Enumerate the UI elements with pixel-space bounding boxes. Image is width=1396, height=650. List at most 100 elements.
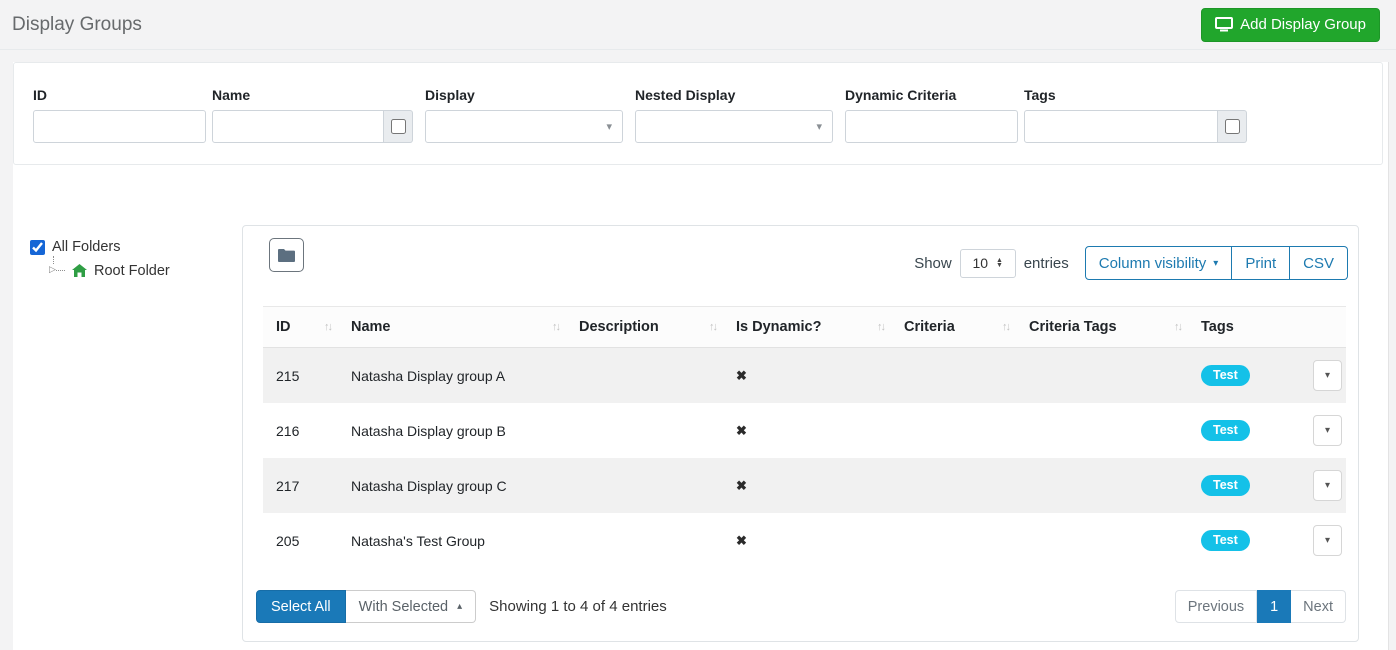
column-header-description[interactable]: Description ↑↓ (566, 306, 723, 348)
filter-display-select[interactable]: ▾ (425, 110, 623, 143)
page-length-select[interactable]: 10 ▲ ▼ (959, 248, 1016, 278)
filter-card: ID Name Display ▾ Nested Display ▾ Dynam… (13, 62, 1383, 165)
filter-dynamic-criteria-label: Dynamic Criteria (845, 87, 957, 103)
tag-badge: Test (1201, 475, 1250, 496)
cell-id: 215 (276, 367, 300, 384)
cell-id: 217 (276, 477, 300, 494)
show-label: Show (914, 254, 952, 272)
sort-icon: ↑↓ (1174, 321, 1183, 333)
table-row: 215 Natasha Display group A ✖ Test ▾ (263, 347, 1346, 404)
filter-name-exact-checkbox[interactable] (390, 119, 406, 134)
row-menu-button[interactable]: ▾ (1313, 470, 1342, 501)
column-header-criteria-tags[interactable]: Criteria Tags ↑↓ (1016, 306, 1188, 348)
root-folder-label: Root Folder (94, 263, 170, 279)
tag-badge: Test (1201, 365, 1250, 386)
filter-dynamic-criteria-input[interactable] (845, 110, 1018, 143)
table-container: ID ↑↓ Name ↑↓ Description ↑↓ Is Dynamic? ↑↓ … (243, 280, 1358, 568)
column-header-is-dynamic[interactable]: Is Dynamic? ↑↓ (723, 306, 891, 348)
chevron-down-icon: ▾ (1324, 370, 1331, 381)
cell-criteria (891, 513, 1016, 568)
filter-tags-exact-checkbox[interactable] (1224, 119, 1240, 134)
folder-toggle-button[interactable] (269, 238, 304, 272)
row-menu-button[interactable]: ▾ (1313, 525, 1342, 556)
display-groups-card: Show 10 ▲▼ entries Column visibility ▾ (242, 225, 1359, 642)
filter-id-label: ID (33, 87, 47, 103)
tree-node-root-folder[interactable]: ▷ Root Folder (49, 256, 242, 280)
home-icon (72, 264, 87, 278)
cell-name: Natasha Display group A (351, 367, 506, 384)
page-length-value: 10 (972, 255, 989, 271)
column-visibility-button[interactable]: Column visibility ▾ (1084, 246, 1233, 280)
cell-actions: ▾ (1305, 403, 1346, 458)
expand-arrow-icon: ▷ (49, 264, 56, 275)
filter-tags-input[interactable] (1024, 110, 1218, 143)
x-mark-icon: ✖ (736, 533, 747, 548)
display-monitor-icon (1215, 17, 1234, 32)
cell-description (566, 348, 723, 404)
all-folders-label: All Folders (52, 239, 121, 255)
filter-nested-display-label: Nested Display (635, 87, 736, 103)
cell-criteria-tags (1016, 458, 1188, 513)
cell-name: Natasha's Test Group (351, 532, 485, 549)
sort-icon: ↑↓ (709, 321, 718, 333)
csv-button[interactable]: CSV (1290, 246, 1348, 280)
print-button[interactable]: Print (1232, 246, 1291, 280)
sort-icon: ↑↓ (324, 321, 333, 333)
cell-is-dynamic: ✖ (723, 348, 891, 404)
page-wrapper: ID Name Display ▾ Nested Display ▾ Dynam… (13, 62, 1389, 650)
cell-description (566, 513, 723, 568)
cell-criteria (891, 348, 1016, 404)
cell-criteria-tags (1016, 348, 1188, 404)
cell-id: 216 (276, 422, 300, 439)
tree-expander[interactable]: ▷ (49, 256, 68, 280)
column-header-name[interactable]: Name ↑↓ (338, 306, 566, 348)
cell-tags: Test (1188, 403, 1305, 458)
column-header-actions (1305, 306, 1346, 348)
chevron-down-icon: ▾ (1213, 257, 1219, 269)
filter-nested-display-select[interactable]: ▾ (635, 110, 833, 143)
filter-name-input[interactable] (212, 110, 384, 143)
table-row: 217 Natasha Display group C ✖ Test ▾ (263, 458, 1346, 513)
entries-label: entries (1023, 254, 1069, 272)
with-selected-dropdown[interactable]: With Selected ▴ (345, 590, 477, 623)
column-header-criteria[interactable]: Criteria ↑↓ (891, 306, 1016, 348)
pagination-page-1[interactable]: 1 (1257, 590, 1292, 623)
x-mark-icon: ✖ (736, 478, 747, 493)
sort-icon: ↑↓ (552, 321, 561, 333)
pagination-previous[interactable]: Previous (1174, 590, 1258, 623)
cell-id: 205 (276, 532, 300, 549)
card-footer: Select All With Selected ▴ Showing 1 to … (243, 568, 1358, 641)
cell-name: Natasha Display group B (351, 422, 506, 439)
cell-actions: ▾ (1305, 348, 1346, 404)
column-header-tags[interactable]: Tags (1188, 306, 1305, 348)
table-row: 216 Natasha Display group B ✖ Test ▾ (263, 403, 1346, 458)
x-mark-icon: ✖ (736, 423, 747, 438)
row-menu-button[interactable]: ▾ (1313, 415, 1342, 446)
table-row: 205 Natasha's Test Group ✖ Test ▾ (263, 513, 1346, 568)
pagination: Previous 1 Next (1174, 590, 1346, 623)
select-all-button[interactable]: Select All (256, 590, 346, 623)
all-folders-checkbox[interactable] (30, 239, 45, 255)
column-header-id[interactable]: ID ↑↓ (263, 306, 338, 348)
row-menu-button[interactable]: ▾ (1313, 360, 1342, 391)
filter-name-label: Name (212, 87, 251, 103)
pagination-next[interactable]: Next (1291, 590, 1346, 623)
cell-criteria-tags (1016, 513, 1188, 568)
cell-is-dynamic: ✖ (723, 458, 891, 513)
card-header: Show 10 ▲▼ entries Column visibility ▾ (243, 226, 1358, 280)
chevron-down-icon: ▾ (816, 121, 822, 133)
cell-tags: Test (1188, 458, 1305, 513)
cell-criteria (891, 458, 1016, 513)
display-groups-table: ID ↑↓ Name ↑↓ Description ↑↓ Is Dynamic? ↑↓ … (263, 306, 1346, 568)
cell-is-dynamic: ✖ (723, 403, 891, 458)
filter-tags-exact-addon (1218, 110, 1247, 143)
all-folders-toggle[interactable]: All Folders (30, 239, 242, 255)
filter-display-label: Display (425, 87, 475, 103)
add-display-group-label: Add Display Group (1240, 16, 1366, 33)
filter-id-input[interactable] (33, 110, 206, 143)
topbar: Display Groups Add Display Group (0, 0, 1396, 50)
chevron-up-icon: ▴ (457, 601, 463, 612)
folder-tree-pane: All Folders ▷ Root Folder (13, 225, 242, 280)
cell-name: Natasha Display group C (351, 477, 507, 494)
add-display-group-button[interactable]: Add Display Group (1201, 7, 1380, 42)
